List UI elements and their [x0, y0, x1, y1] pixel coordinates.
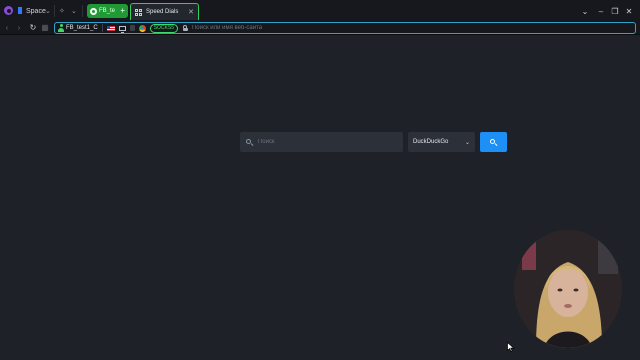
- monitor-icon: [118, 25, 126, 33]
- search-icon: [246, 138, 253, 146]
- divider: [54, 5, 55, 17]
- chevron-down-icon: ⌄: [464, 139, 470, 146]
- chevron-down-icon[interactable]: ⌄: [45, 5, 51, 17]
- proxy-badge: SOCKS5: [149, 23, 178, 33]
- back-icon[interactable]: ‹: [2, 22, 12, 33]
- maximize-icon[interactable]: ❐: [609, 5, 621, 17]
- window-close-icon[interactable]: ✕: [623, 5, 635, 17]
- search-input[interactable]: [257, 139, 397, 145]
- extensions-icon[interactable]: ✧: [59, 5, 65, 17]
- webcam-person-image: [514, 230, 622, 348]
- search-engine-label: DuckDuckGo: [413, 139, 449, 145]
- chevron-down-icon[interactable]: ⌄: [579, 5, 591, 17]
- webcam-overlay: [514, 230, 622, 348]
- lock-icon[interactable]: [182, 25, 188, 31]
- tab-profile[interactable]: FB_te +: [87, 4, 128, 18]
- url-input[interactable]: [191, 25, 592, 31]
- minimize-icon[interactable]: –: [595, 5, 607, 17]
- mouse-cursor-icon: [507, 342, 515, 352]
- divider: [82, 5, 83, 17]
- profile-name[interactable]: FB_test1_C: [66, 25, 98, 31]
- reload-icon[interactable]: ↻: [28, 22, 38, 33]
- profile-dot-icon: [90, 7, 97, 15]
- search-icon: [490, 138, 497, 146]
- address-field[interactable]: FB_test1_C SOCKS5: [54, 22, 636, 34]
- speed-dial-grid-icon: [135, 8, 142, 16]
- app-icon[interactable]: [4, 6, 13, 15]
- tab-profile-label: FB_te: [99, 8, 116, 14]
- search-engine-select[interactable]: DuckDuckGo ⌄: [408, 132, 475, 152]
- search-field[interactable]: [240, 132, 403, 152]
- device-icon: [129, 25, 135, 31]
- apps-grid-icon[interactable]: ▦: [40, 22, 50, 33]
- forward-icon[interactable]: ›: [14, 22, 24, 33]
- profile-icon: [58, 24, 64, 32]
- tab-speed-dials-label: Speed Dials: [146, 9, 179, 15]
- search-button[interactable]: [480, 132, 507, 152]
- chrome-icon: [138, 24, 146, 32]
- close-icon[interactable]: ✕: [188, 8, 194, 16]
- tab-speed-dials[interactable]: Speed Dials ✕: [130, 3, 199, 20]
- chevron-down-icon[interactable]: ⌄: [71, 5, 77, 17]
- us-flag-icon: [106, 25, 115, 31]
- space-label[interactable]: Space: [26, 5, 46, 17]
- divider: [101, 24, 103, 32]
- flag-icon: [18, 7, 22, 14]
- plus-icon[interactable]: +: [120, 7, 125, 15]
